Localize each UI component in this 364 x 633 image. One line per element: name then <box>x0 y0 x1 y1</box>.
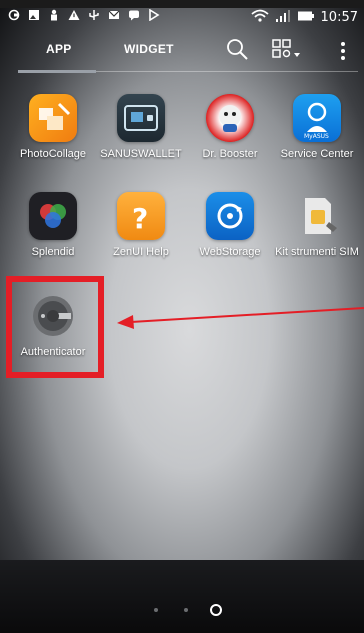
photocollage-icon <box>29 94 77 142</box>
app-zenui-help[interactable]: ? ZenUI Help <box>96 192 186 258</box>
app-label: Service Center <box>280 148 354 160</box>
sim-toolkit-icon <box>293 192 341 240</box>
annotation-arrow <box>115 300 364 330</box>
wifi-icon <box>250 9 269 26</box>
zenui-help-icon: ? <box>117 192 165 240</box>
sync-icon <box>8 9 20 21</box>
annotation-highlight-box <box>6 276 104 378</box>
app-service-center[interactable]: MyASUS Service Center <box>272 94 362 160</box>
search-icon[interactable] <box>226 38 248 60</box>
page-indicator[interactable] <box>148 600 228 620</box>
svg-text:MyASUS: MyASUS <box>304 133 329 140</box>
service-center-icon: MyASUS <box>293 94 341 142</box>
app-webstorage[interactable]: WebStorage <box>185 192 275 258</box>
app-label: Kit strumenti SIM <box>275 246 359 258</box>
app-label: SANUSWALLET <box>100 148 182 160</box>
dr-booster-icon <box>206 94 254 142</box>
app-photocollage[interactable]: PhotoCollage <box>8 94 98 160</box>
mail-icon <box>108 9 120 21</box>
splendid-icon <box>29 192 77 240</box>
svg-text:?: ? <box>132 202 148 235</box>
app-label: Dr. Booster <box>202 148 258 160</box>
app-label: PhotoCollage <box>19 148 87 160</box>
data-saver-icon <box>148 8 160 22</box>
app-splendid[interactable]: Splendid <box>8 192 98 258</box>
warning-icon <box>68 9 80 21</box>
status-bar: 10:57 <box>0 6 364 28</box>
app-label: ZenUI Help <box>113 246 169 258</box>
app-dr-booster[interactable]: Dr. Booster <box>185 94 275 160</box>
tab-divider <box>96 71 358 72</box>
app-label: WebStorage <box>199 246 261 258</box>
more-options-icon[interactable] <box>340 40 346 62</box>
bottom-dock <box>0 560 364 633</box>
person-icon <box>48 9 60 21</box>
sanuswallet-icon <box>117 94 165 142</box>
tab-app[interactable]: APP <box>46 42 72 56</box>
gallery-icon <box>28 9 40 21</box>
drawer-header: APP WIDGET <box>0 28 364 76</box>
app-sanuswallet[interactable]: SANUSWALLET <box>96 94 186 160</box>
app-drawer-screen: 10:57 APP WIDGET PhotoCollage SANUSWALLE… <box>0 0 364 633</box>
message-icon <box>128 9 140 21</box>
app-kit-strumenti-sim[interactable]: Kit strumenti SIM <box>272 192 362 258</box>
tab-widget[interactable]: WIDGET <box>124 42 174 56</box>
view-mode-icon[interactable] <box>272 38 304 62</box>
battery-icon <box>297 10 315 25</box>
webstorage-icon <box>206 192 254 240</box>
signal-icon <box>275 9 291 26</box>
status-time: 10:57 <box>320 10 358 25</box>
active-tab-indicator <box>18 70 96 73</box>
usb-icon <box>88 9 100 21</box>
app-label: Splendid <box>31 246 75 258</box>
